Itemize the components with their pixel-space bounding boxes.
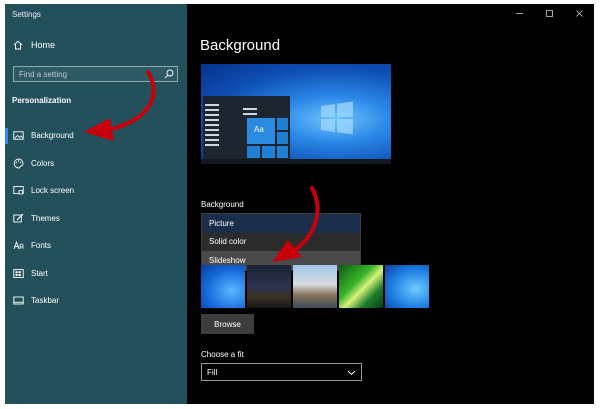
sidebar-item-themes[interactable]: Themes	[5, 205, 187, 233]
home-label: Home	[31, 40, 56, 50]
search-icon[interactable]	[164, 69, 174, 79]
picture-icon	[13, 131, 24, 140]
choose-fit-select[interactable]: Fill	[201, 363, 362, 381]
recent-image-thumbnail[interactable]	[201, 265, 245, 308]
page-title: Background	[200, 37, 281, 54]
brush-icon	[13, 213, 24, 223]
background-label: Background	[201, 200, 244, 209]
chevron-down-icon	[347, 370, 356, 376]
sidebar-item-colors[interactable]: Colors	[5, 150, 187, 178]
dropdown-option-picture[interactable]: Picture	[202, 214, 360, 233]
sidebar-item-label: Lock screen	[31, 186, 75, 196]
dropdown-option-solid-color[interactable]: Solid color	[202, 233, 360, 252]
section-title: Personalization	[12, 96, 72, 105]
sidebar-item-label: Colors	[31, 158, 55, 168]
recent-image-thumbnail[interactable]	[247, 265, 291, 308]
palette-icon	[13, 158, 24, 169]
settings-window: Settings Home Personalization Background	[5, 4, 594, 404]
browse-button[interactable]: Browse	[201, 314, 254, 334]
sidebar-item-label: Themes	[31, 213, 60, 223]
sidebar-item-label: Background	[31, 131, 74, 141]
sidebar-item-taskbar[interactable]: Taskbar	[5, 287, 187, 315]
background-preview: Aa	[201, 64, 391, 164]
preview-start-menu: Aa	[203, 96, 290, 162]
recent-images	[201, 265, 431, 308]
preview-taskbar	[201, 159, 391, 164]
search-box[interactable]	[13, 66, 178, 82]
taskbar-icon	[13, 296, 24, 305]
recent-image-thumbnail[interactable]	[385, 265, 429, 308]
sidebar-item-background[interactable]: Background	[5, 122, 187, 150]
sidebar-item-fonts[interactable]: Fonts	[5, 232, 187, 260]
main-content: Background Aa Background Picture Solid c…	[187, 4, 594, 404]
windows-logo-icon	[321, 101, 353, 135]
search-input[interactable]	[14, 67, 162, 81]
sidebar-nav: Background Colors Lock screen Themes Fon…	[5, 122, 187, 315]
app-title: Settings	[12, 10, 41, 19]
choose-fit-label: Choose a fit	[201, 350, 244, 359]
sidebar-item-lock-screen[interactable]: Lock screen	[5, 177, 187, 205]
sidebar-item-start[interactable]: Start	[5, 260, 187, 288]
home-nav-item[interactable]: Home	[13, 40, 55, 50]
start-icon	[13, 268, 24, 278]
sidebar: Settings Home Personalization Background	[5, 4, 187, 404]
lock-screen-icon	[13, 186, 24, 195]
recent-image-thumbnail[interactable]	[293, 265, 337, 308]
recent-image-thumbnail[interactable]	[339, 265, 383, 308]
sidebar-item-label: Fonts	[31, 241, 52, 251]
sidebar-item-label: Start	[31, 268, 48, 278]
home-icon	[13, 40, 23, 50]
font-icon	[13, 240, 24, 250]
fit-select-value: Fill	[207, 367, 218, 377]
preview-tile-text: Aa	[254, 125, 264, 134]
sidebar-item-label: Taskbar	[31, 296, 60, 306]
background-dropdown[interactable]: Picture Solid color Slideshow	[201, 213, 361, 271]
